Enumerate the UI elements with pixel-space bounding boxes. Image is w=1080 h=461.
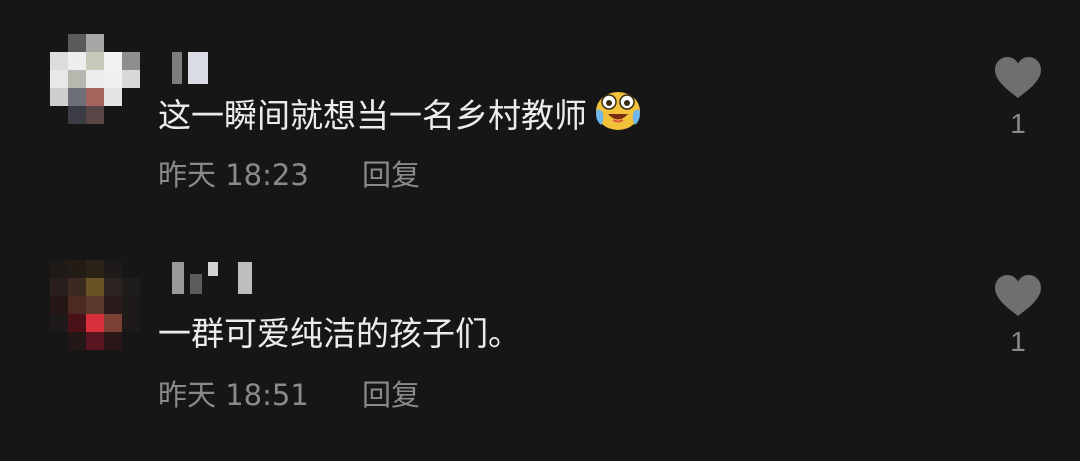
username[interactable] (172, 52, 208, 84)
comment-meta: 昨天 18:51 回复 (158, 372, 420, 414)
avatar[interactable] (50, 34, 140, 124)
reply-button[interactable]: 回复 (362, 158, 420, 192)
crying-laughing-emoji-icon (593, 87, 643, 139)
like-button[interactable]: 1 (990, 56, 1046, 140)
comment-time: 昨天 18:51 (158, 378, 309, 412)
like-count: 1 (1010, 326, 1026, 357)
heart-icon (995, 57, 1041, 98)
comment-text: 一群可爱纯洁的孩子们。 (158, 308, 521, 354)
comment-text: 这一瞬间就想当一名乡村教师 (158, 90, 643, 136)
comment-item: 一群可爱纯洁的孩子们。 昨天 18:51 回复 1 (0, 220, 1080, 461)
comment-time: 昨天 18:23 (158, 158, 309, 192)
comment-text-content: 一群可爱纯洁的孩子们。 (158, 314, 521, 353)
comment-meta: 昨天 18:23 回复 (158, 152, 420, 194)
comment-item: 这一瞬间就想当一名乡村教师 昨天 18:23 回复 1 (0, 0, 1080, 220)
like-count: 1 (1010, 108, 1026, 139)
like-button[interactable]: 1 (990, 274, 1046, 358)
comment-text-content: 这一瞬间就想当一名乡村教师 (158, 96, 587, 135)
avatar[interactable] (50, 260, 140, 350)
username[interactable] (172, 262, 252, 294)
comment-list: 这一瞬间就想当一名乡村教师 昨天 18:23 回复 1 一群可爱纯洁的孩子们。 … (0, 0, 1080, 461)
reply-button[interactable]: 回复 (362, 378, 420, 412)
heart-icon (995, 275, 1041, 316)
